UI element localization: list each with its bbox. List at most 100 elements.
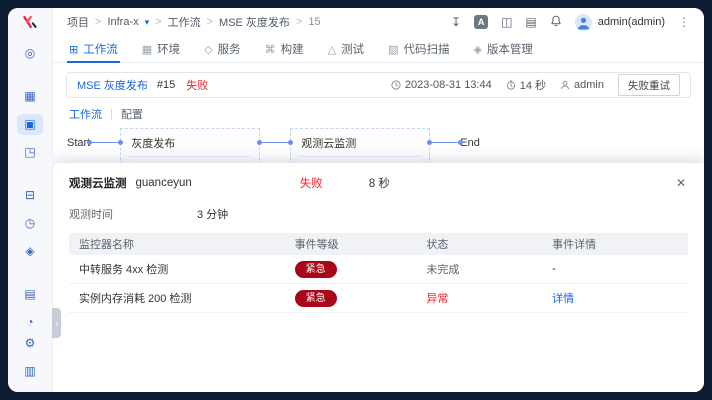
dashboard-icon[interactable]: ◎ — [17, 43, 43, 64]
sidebar-bottom: ⚙ ▥ — [17, 333, 43, 392]
stopwatch-icon — [506, 80, 516, 90]
drawer-title: 观测云监测 — [69, 175, 127, 191]
breadcrumb-workflow-name[interactable]: MSE 灰度发布 — [219, 14, 290, 30]
sidebar-nav: ◎ ▦ ▣ ◳ ⊟ ◷ ◈ ▤ ◔ — [8, 43, 52, 333]
monitor-name: 中转服务 4xx 检测 — [79, 261, 295, 277]
environment-icon: ▦ — [142, 43, 152, 56]
builds-icon[interactable]: ⊟ — [17, 185, 43, 206]
version-icon: ◈ — [473, 43, 481, 56]
avatar[interactable] — [575, 14, 592, 31]
subnav-config[interactable]: 配置 — [121, 106, 143, 122]
subnav-workflow[interactable]: 工作流 — [69, 106, 102, 122]
breadcrumb-workflows[interactable]: 工作流 — [168, 14, 201, 30]
clock-icon — [391, 80, 401, 90]
retry-failed-button[interactable]: 失败重试 — [618, 74, 680, 96]
tab-label: 版本管理 — [487, 41, 533, 57]
docs-icon[interactable]: ▤ — [525, 16, 536, 28]
insights-icon[interactable]: ▤ — [17, 284, 43, 305]
breadcrumb-separator: > — [296, 16, 302, 28]
delivery-icon[interactable]: ◈ — [17, 241, 43, 262]
sidebar: ◎ ▦ ▣ ◳ ⊟ ◷ ◈ ▤ ◔ ⚙ ▥ › — [8, 8, 53, 392]
task-created-time: 2023-08-31 13:44 — [391, 79, 492, 91]
breadcrumb-project-name[interactable]: Infra-x — [107, 16, 138, 28]
level-badge-critical: 紧急 — [295, 261, 337, 278]
tab-label: 服务 — [218, 41, 241, 57]
pipeline-connector — [260, 142, 290, 143]
col-event-level: 事件等级 — [295, 236, 427, 252]
task-meta: 2023-08-31 13:44 14 秒 admin 失败重试 — [391, 74, 680, 96]
bell-icon[interactable] — [550, 15, 562, 29]
task-creator: admin — [560, 79, 604, 91]
col-monitor-name: 监控器名称 — [79, 236, 295, 252]
workflow-name-link[interactable]: MSE 灰度发布 — [77, 77, 148, 93]
task-status-failed: 失败 — [186, 77, 208, 93]
task-header: MSE 灰度发布 #15 失败 2023-08-31 13:44 14 秒 ad… — [66, 72, 691, 98]
sidebar-collapse-handle[interactable]: › — [52, 308, 61, 338]
stage-title: 观测云监测 — [299, 134, 421, 157]
detail-link[interactable]: 详情 — [552, 293, 574, 305]
tab-version-management[interactable]: ◈ 版本管理 — [473, 36, 532, 62]
tab-code-scan[interactable]: ▧ 代码扫描 — [388, 36, 449, 62]
tab-environments[interactable]: ▦ 环境 — [142, 36, 180, 62]
stats-icon[interactable]: ▥ — [17, 361, 43, 382]
more-menu-icon[interactable]: ⋮ — [678, 15, 690, 29]
monitor-status: 未完成 — [426, 261, 552, 277]
observe-time-row: 观测时间 3 分钟 — [69, 206, 688, 222]
settings-icon[interactable]: ⚙ — [17, 333, 43, 354]
task-number: #15 — [157, 79, 175, 91]
monitor-table: 监控器名称 事件等级 状态 事件详情 中转服务 4xx 检测 紧急 未完成 - … — [69, 233, 688, 313]
level-badge-critical: 紧急 — [295, 290, 337, 307]
service-icon: ◇ — [204, 43, 212, 56]
topbar-actions: ↧ A ◫ ▤ admin(admin) ⋮ — [451, 14, 690, 31]
chevron-down-icon[interactable]: ▾ — [145, 17, 150, 28]
app-window: ◎ ▦ ▣ ◳ ⊟ ◷ ◈ ▤ ◔ ⚙ ▥ › 项目 > Infra-x ▾ — [8, 8, 704, 392]
divider — [111, 109, 112, 120]
pipeline-connector — [430, 142, 460, 143]
organization-icon[interactable]: ◫ — [501, 16, 512, 28]
table-header-row: 监控器名称 事件等级 状态 事件详情 — [69, 233, 688, 255]
language-icon[interactable]: A — [474, 15, 488, 29]
data-icon[interactable]: ◔ — [17, 312, 43, 333]
breadcrumb-task-id: 15 — [308, 16, 320, 28]
monitor-detail: - — [552, 263, 678, 275]
tab-label: 代码扫描 — [403, 41, 449, 57]
drawer-header: 观测云监测 guanceyun 失败 8 秒 ✕ — [69, 174, 688, 192]
breadcrumb: 项目 > Infra-x ▾ > 工作流 > MSE 灰度发布 > 15 — [67, 14, 321, 30]
breadcrumb-separator: > — [207, 16, 213, 28]
code-scan-icon: ▧ — [388, 43, 398, 56]
observe-time-label: 观测时间 — [69, 206, 197, 222]
download-icon[interactable]: ↧ — [451, 16, 461, 28]
tests-icon[interactable]: ◷ — [17, 213, 43, 234]
topbar: 项目 > Infra-x ▾ > 工作流 > MSE 灰度发布 > 15 ↧ A… — [53, 8, 704, 36]
tab-workflows[interactable]: ⊞ 工作流 — [69, 36, 118, 62]
tab-label: 环境 — [157, 41, 180, 57]
projects-icon[interactable]: ▦ — [17, 86, 43, 107]
breadcrumb-separator: > — [155, 16, 161, 28]
breadcrumb-separator: > — [95, 16, 101, 28]
tab-tests[interactable]: △ 测试 — [328, 36, 364, 62]
close-icon[interactable]: ✕ — [674, 174, 688, 192]
job-detail-drawer: 观测云监测 guanceyun 失败 8 秒 ✕ 观测时间 3 分钟 监控器名称… — [53, 163, 704, 392]
monitor-name: 实例内存消耗 200 检测 — [79, 290, 295, 306]
workflows-icon[interactable]: ▣ — [17, 114, 43, 135]
observe-time-value: 3 分钟 — [197, 206, 228, 222]
pipeline-connector — [90, 142, 120, 143]
table-row: 中转服务 4xx 检测 紧急 未完成 - — [69, 255, 688, 284]
user-menu[interactable]: admin(admin) — [598, 16, 665, 28]
test-icon: △ — [328, 43, 336, 56]
environments-icon[interactable]: ◳ — [17, 142, 43, 163]
drawer-status-failed: 失败 — [300, 175, 323, 191]
tab-builds[interactable]: ⌘ 构建 — [265, 36, 304, 62]
monitor-status: 异常 — [426, 290, 552, 306]
tab-services[interactable]: ◇ 服务 — [204, 36, 240, 62]
col-event-detail: 事件详情 — [552, 236, 678, 252]
build-icon: ⌘ — [265, 43, 276, 56]
table-row: 实例内存消耗 200 检测 紧急 异常 详情 — [69, 284, 688, 313]
zadig-logo-icon[interactable] — [19, 15, 41, 29]
breadcrumb-projects[interactable]: 项目 — [67, 14, 89, 30]
drawer-job-name: guanceyun — [136, 177, 192, 189]
main-area: 项目 > Infra-x ▾ > 工作流 > MSE 灰度发布 > 15 ↧ A… — [53, 8, 704, 392]
person-icon — [560, 80, 570, 90]
stage-title: 灰度发布 — [129, 134, 251, 157]
task-subnav: 工作流 配置 — [53, 104, 704, 124]
